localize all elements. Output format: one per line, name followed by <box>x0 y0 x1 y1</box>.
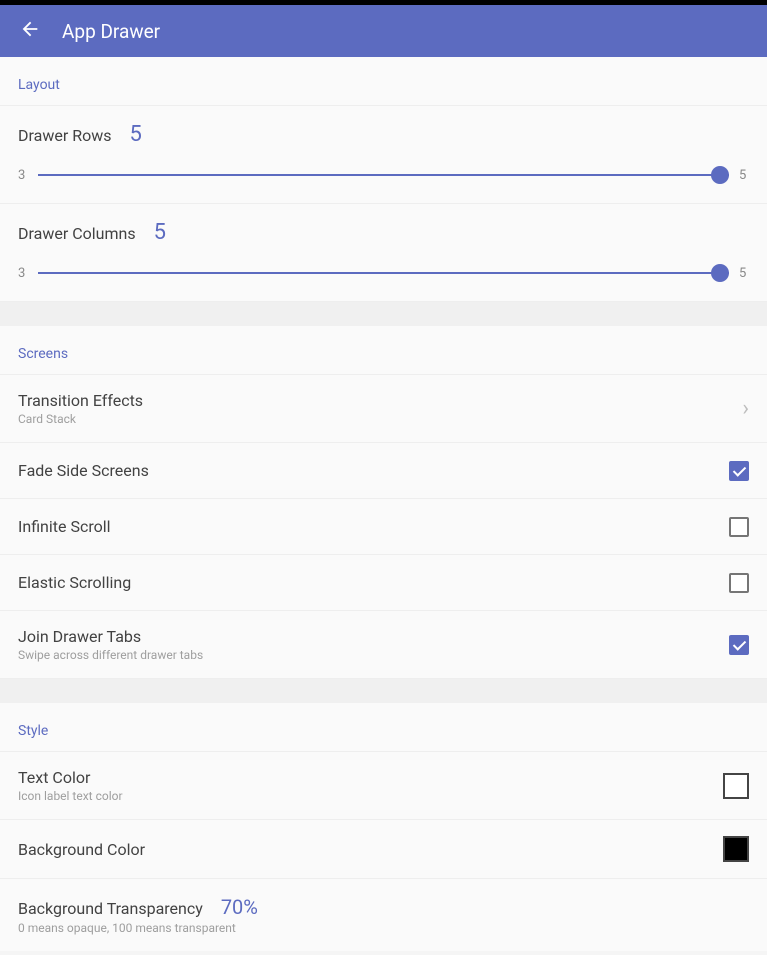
fade-side-screens-item[interactable]: Fade Side Screens <box>0 443 767 499</box>
join-drawer-tabs-item[interactable]: Join Drawer Tabs Swipe across different … <box>0 611 767 679</box>
transition-effects-label: Transition Effects <box>18 391 742 410</box>
drawer-columns-slider[interactable] <box>38 263 729 283</box>
text-color-sub: Icon label text color <box>18 789 723 803</box>
background-transparency-item[interactable]: Background Transparency 70% 0 means opaq… <box>0 879 767 951</box>
elastic-scrolling-item[interactable]: Elastic Scrolling <box>0 555 767 611</box>
slider-rail <box>38 272 729 274</box>
section-gap <box>0 302 767 326</box>
background-color-label: Background Color <box>18 840 723 859</box>
app-bar: App Drawer <box>0 5 767 57</box>
drawer-rows-slider[interactable] <box>38 165 729 185</box>
drawer-rows-label: Drawer Rows <box>18 126 111 145</box>
drawer-columns-value: 5 <box>154 220 166 245</box>
back-arrow-icon <box>19 18 41 44</box>
section-header-screens: Screens <box>0 326 767 375</box>
text-color-label: Text Color <box>18 768 723 787</box>
drawer-columns-setting: Drawer Columns 5 3 5 <box>0 204 767 302</box>
transition-effects-value: Card Stack <box>18 412 742 426</box>
slider-thumb[interactable] <box>711 264 729 282</box>
background-transparency-value: 70% <box>221 895 258 919</box>
text-color-item[interactable]: Text Color Icon label text color <box>0 752 767 820</box>
elastic-scrolling-checkbox[interactable] <box>729 573 749 593</box>
drawer-rows-max: 5 <box>739 168 749 183</box>
join-drawer-tabs-label: Join Drawer Tabs <box>18 627 729 646</box>
drawer-rows-setting: Drawer Rows 5 3 5 <box>0 106 767 204</box>
infinite-scroll-checkbox[interactable] <box>729 517 749 537</box>
background-color-swatch[interactable] <box>723 836 749 862</box>
join-drawer-tabs-checkbox[interactable] <box>729 635 749 655</box>
section-gap <box>0 679 767 703</box>
infinite-scroll-item[interactable]: Infinite Scroll <box>0 499 767 555</box>
drawer-rows-min: 3 <box>18 168 28 183</box>
slider-thumb[interactable] <box>711 166 729 184</box>
section-header-style: Style <box>0 703 767 752</box>
join-drawer-tabs-sub: Swipe across different drawer tabs <box>18 648 729 662</box>
infinite-scroll-label: Infinite Scroll <box>18 517 729 536</box>
fade-side-screens-checkbox[interactable] <box>729 461 749 481</box>
chevron-right-icon: › <box>742 396 749 421</box>
drawer-columns-label: Drawer Columns <box>18 224 136 243</box>
text-color-swatch[interactable] <box>723 773 749 799</box>
fade-side-screens-label: Fade Side Screens <box>18 461 729 480</box>
drawer-columns-min: 3 <box>18 266 28 281</box>
page-title: App Drawer <box>62 20 160 43</box>
transition-effects-item[interactable]: Transition Effects Card Stack › <box>0 375 767 443</box>
slider-rail <box>38 174 729 176</box>
elastic-scrolling-label: Elastic Scrolling <box>18 573 729 592</box>
section-header-layout: Layout <box>0 57 767 106</box>
background-transparency-label: Background Transparency <box>18 899 203 918</box>
back-button[interactable] <box>16 17 44 45</box>
background-color-item[interactable]: Background Color <box>0 820 767 879</box>
drawer-rows-value: 5 <box>129 122 141 147</box>
background-transparency-sub: 0 means opaque, 100 means transparent <box>18 921 749 935</box>
drawer-columns-max: 5 <box>739 266 749 281</box>
